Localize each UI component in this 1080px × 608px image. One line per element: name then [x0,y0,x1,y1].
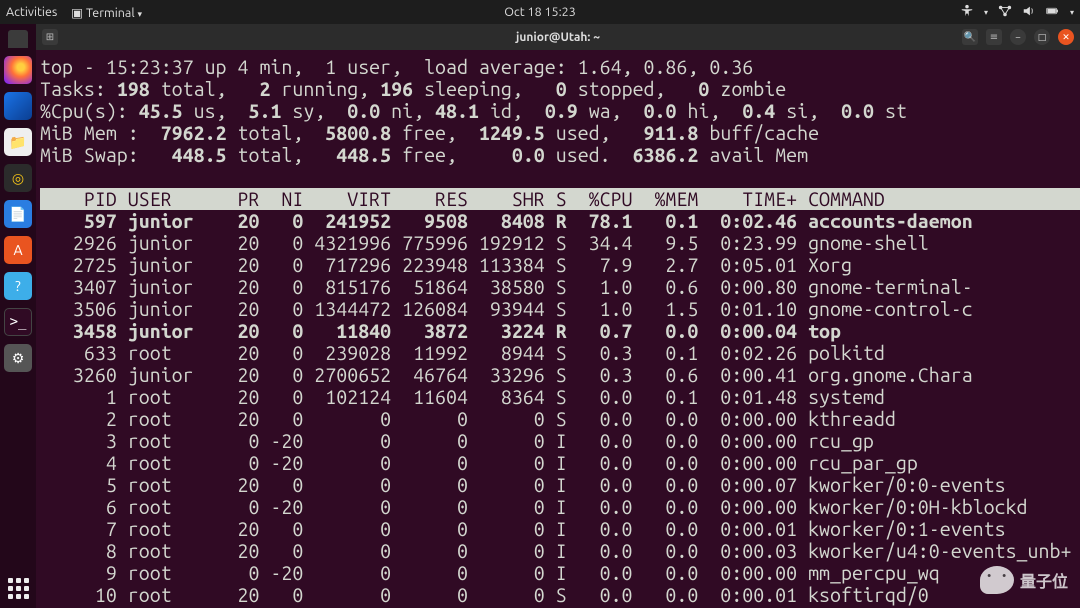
files-icon[interactable]: 📁 [4,128,32,156]
terminal-dock-icon[interactable]: >_ [4,308,32,336]
ubuntu-software-icon[interactable]: A [4,236,32,264]
firefox-icon[interactable] [4,56,32,84]
rhythmbox-icon[interactable]: ◎ [4,164,32,192]
watermark: 量子位 [980,566,1068,594]
activities-button[interactable]: Activities [6,5,57,19]
vpn-icon[interactable]: ▾ [984,8,988,17]
network-icon[interactable] [998,4,1012,21]
search-button[interactable]: 🔍 [962,29,978,45]
new-tab-button[interactable]: ⊞ [42,29,58,45]
app-menu[interactable]: ▣ Terminal [71,5,142,20]
thunderbird-icon[interactable] [4,92,32,120]
dock-tab-handle[interactable] [8,30,28,48]
terminal-window: ⊞ junior@Utah: ~ 🔍 ≡ – □ ✕ top - 15:23:3… [36,24,1080,608]
titlebar: ⊞ junior@Utah: ~ 🔍 ≡ – □ ✕ [36,24,1080,50]
system-menu-chevron-icon[interactable]: ▾ [1070,8,1074,17]
terminal-mini-icon: ▣ [71,6,86,20]
settings-icon[interactable]: ⚙ [4,344,32,372]
window-title: junior@Utah: ~ [516,31,600,44]
help-icon[interactable]: ? [4,272,32,300]
terminal-output[interactable]: top - 15:23:37 up 4 min, 1 user, load av… [36,50,1080,608]
accessibility-icon[interactable] [960,4,974,21]
clock[interactable]: Oct 18 15:23 [504,5,576,19]
maximize-button[interactable]: □ [1034,29,1050,45]
minimize-button[interactable]: – [1010,29,1026,45]
ubuntu-dock: 📁 ◎ 📄 A ? >_ ⚙ [0,24,36,608]
volume-icon[interactable] [1022,4,1036,21]
show-applications-icon[interactable] [5,575,32,602]
gnome-topbar: Activities ▣ Terminal Oct 18 15:23 ▾ ▾ [0,0,1080,24]
hamburger-menu-icon[interactable]: ≡ [986,29,1002,45]
libreoffice-writer-icon[interactable]: 📄 [4,200,32,228]
battery-icon[interactable] [1046,4,1060,21]
chat-bubble-icon [980,566,1014,594]
close-button[interactable]: ✕ [1058,29,1074,45]
